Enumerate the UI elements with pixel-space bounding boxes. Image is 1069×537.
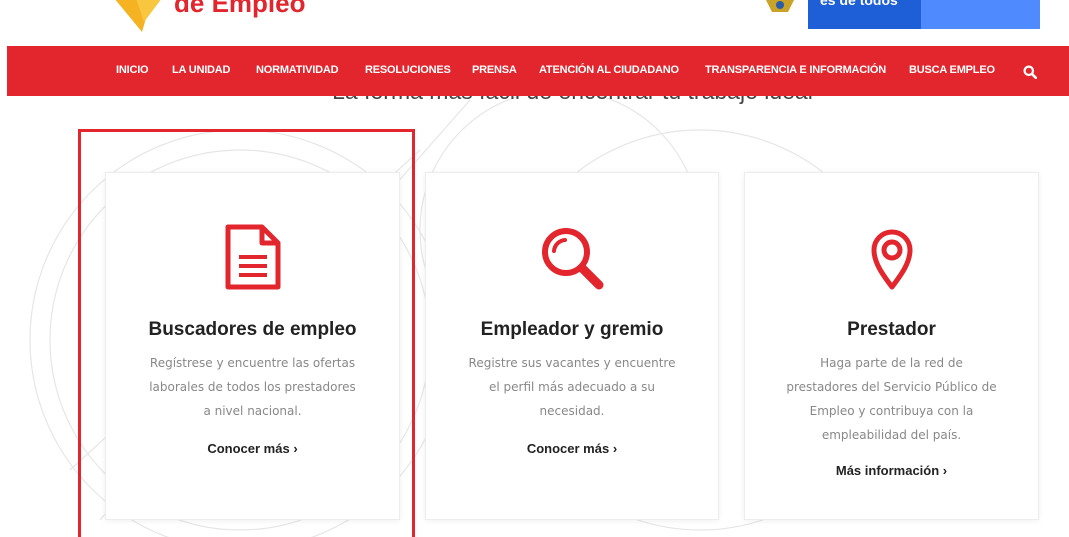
nav-item-inicio[interactable]: INICIO [116,64,149,76]
card-title: Empleador y gremio [480,319,664,340]
nav-item-atencion[interactable]: ATENCIÓN AL CIUDADANO [539,64,679,76]
nav-item-busca-empleo[interactable]: BUSCA EMPLEO [909,64,995,76]
main-nav: INICIO LA UNIDAD NORMATIVIDAD RESOLUCION… [7,46,1069,96]
gov-banner[interactable]: es de todos [808,0,1040,29]
gov-banner-text: es de todos [820,0,898,8]
card-title: Buscadores de empleo [148,319,357,340]
card-description: Regístrese y encuentre las ofertas labor… [149,356,356,418]
search-icon[interactable] [1023,65,1037,79]
card-title: Prestador [847,319,936,340]
card-description: Haga parte de la red de prestadores del … [786,356,997,442]
conocer-mas-link[interactable]: Conocer más › [426,441,718,456]
mas-informacion-link[interactable]: Más información › [745,463,1038,478]
nav-item-la-unidad[interactable]: LA UNIDAD [172,64,230,76]
gov-emblem-icon [766,0,794,12]
logo-text[interactable]: de Empleo [174,0,305,18]
card-description: Registre sus vacantes y encuentre el per… [468,356,676,418]
magnifier-icon [542,228,604,290]
nav-item-transparencia[interactable]: TRANSPARENCIA E INFORMACIÓN [705,64,886,76]
card-prestador[interactable]: Prestador Haga parte de la red de presta… [744,172,1039,520]
nav-item-normatividad[interactable]: NORMATIVIDAD [256,64,339,76]
map-pin-icon [871,229,912,290]
nav-item-resoluciones[interactable]: RESOLUCIONES [365,64,451,76]
card-buscadores[interactable]: Buscadores de empleo Regístrese y encuen… [105,172,400,520]
top-header: de Empleo es de todos [0,0,1069,46]
nav-item-prensa[interactable]: PRENSA [472,64,517,76]
conocer-mas-link[interactable]: Conocer más › [106,441,399,456]
card-empleador[interactable]: Empleador y gremio Registre sus vacantes… [425,172,719,520]
logo-icon[interactable] [112,0,164,36]
document-icon [225,224,280,290]
